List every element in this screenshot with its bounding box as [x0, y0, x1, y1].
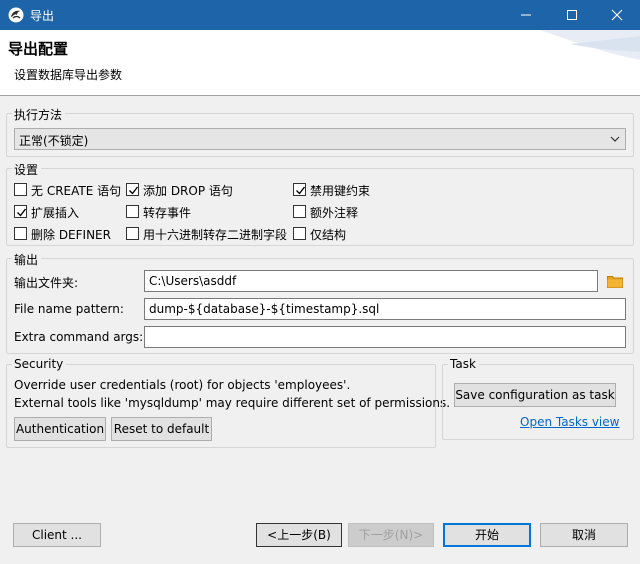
output-group-label: 输出 — [12, 251, 42, 268]
wizard-header: 导出配置 设置数据库导出参数 — [0, 30, 640, 96]
extended-insert-label: 扩展插入 — [31, 206, 80, 220]
no-create-label: 无 CREATE 语句 — [31, 184, 122, 198]
maximize-button[interactable] — [549, 0, 595, 30]
security-description-line2: External tools like 'mysqldump' may requ… — [14, 396, 451, 410]
checkbox-box — [126, 227, 139, 240]
check-icon — [296, 186, 306, 195]
checkbox-box — [14, 205, 27, 218]
checkbox-box — [14, 227, 27, 240]
close-button[interactable] — [594, 0, 640, 30]
checkbox-box — [293, 183, 306, 196]
save-task-button[interactable]: Save configuration as task — [454, 383, 616, 407]
method-group-label: 执行方法 — [12, 106, 66, 123]
extra-args-label: Extra command args: — [14, 330, 144, 344]
header-decoration-icon — [540, 30, 640, 60]
checkbox-box — [14, 183, 27, 196]
security-group-label: Security — [12, 357, 67, 371]
method-select[interactable]: 正常(不锁定) — [14, 128, 626, 150]
check-icon — [129, 186, 139, 195]
hex-blob-label: 用十六进制转存二进制字段 — [143, 228, 288, 242]
minimize-button[interactable] — [503, 0, 549, 30]
task-group-label: Task — [448, 357, 479, 371]
close-icon — [611, 9, 623, 21]
minimize-icon — [521, 14, 531, 16]
cancel-button[interactable]: 取消 — [540, 523, 628, 547]
output-folder-label: 输出文件夹: — [14, 276, 79, 290]
title-bar: 导出 — [0, 0, 640, 30]
settings-group-label: 设置 — [12, 161, 42, 178]
app-logo-icon — [8, 7, 24, 23]
dump-events-label: 转存事件 — [143, 206, 192, 220]
window-title: 导出 — [30, 9, 55, 23]
page-subtitle: 设置数据库导出参数 — [14, 68, 123, 82]
checkbox-box — [126, 205, 139, 218]
file-pattern-input[interactable]: dump-${database}-${timestamp}.sql — [144, 298, 626, 320]
add-drop-label: 添加 DROP 语句 — [143, 184, 233, 198]
output-folder-value: C:\Users\asddf — [149, 274, 237, 288]
chevron-down-icon — [610, 136, 620, 142]
disable-keys-label: 禁用键约束 — [310, 184, 371, 198]
checkbox-box — [293, 227, 306, 240]
next-button[interactable]: 下一步(N)> — [348, 523, 434, 547]
checkbox-box — [126, 183, 139, 196]
security-description-line1: Override user credentials (root) for obj… — [14, 378, 351, 392]
start-button[interactable]: 开始 — [443, 523, 531, 547]
checkbox-box — [293, 205, 306, 218]
file-pattern-value: dump-${database}-${timestamp}.sql — [149, 302, 380, 316]
open-tasks-link[interactable]: Open Tasks view — [520, 415, 619, 429]
check-icon — [17, 208, 27, 217]
extra-comments-label: 额外注释 — [310, 206, 359, 220]
client-button[interactable]: Client ... — [13, 523, 101, 547]
page-title: 导出配置 — [8, 40, 69, 58]
authentication-button[interactable]: Authentication — [14, 417, 106, 441]
structure-only-label: 仅结构 — [310, 228, 347, 242]
remove-definer-label: 删除 DEFINER — [31, 228, 111, 242]
method-select-value: 正常(不锁定) — [19, 134, 89, 148]
extra-args-input[interactable] — [144, 326, 626, 348]
folder-icon[interactable] — [607, 274, 623, 288]
reset-default-button[interactable]: Reset to default — [111, 417, 212, 441]
maximize-icon — [567, 10, 577, 20]
output-folder-input[interactable]: C:\Users\asddf — [144, 270, 598, 292]
file-pattern-label: File name pattern: — [14, 302, 124, 316]
back-button[interactable]: <上一步(B) — [256, 523, 342, 547]
